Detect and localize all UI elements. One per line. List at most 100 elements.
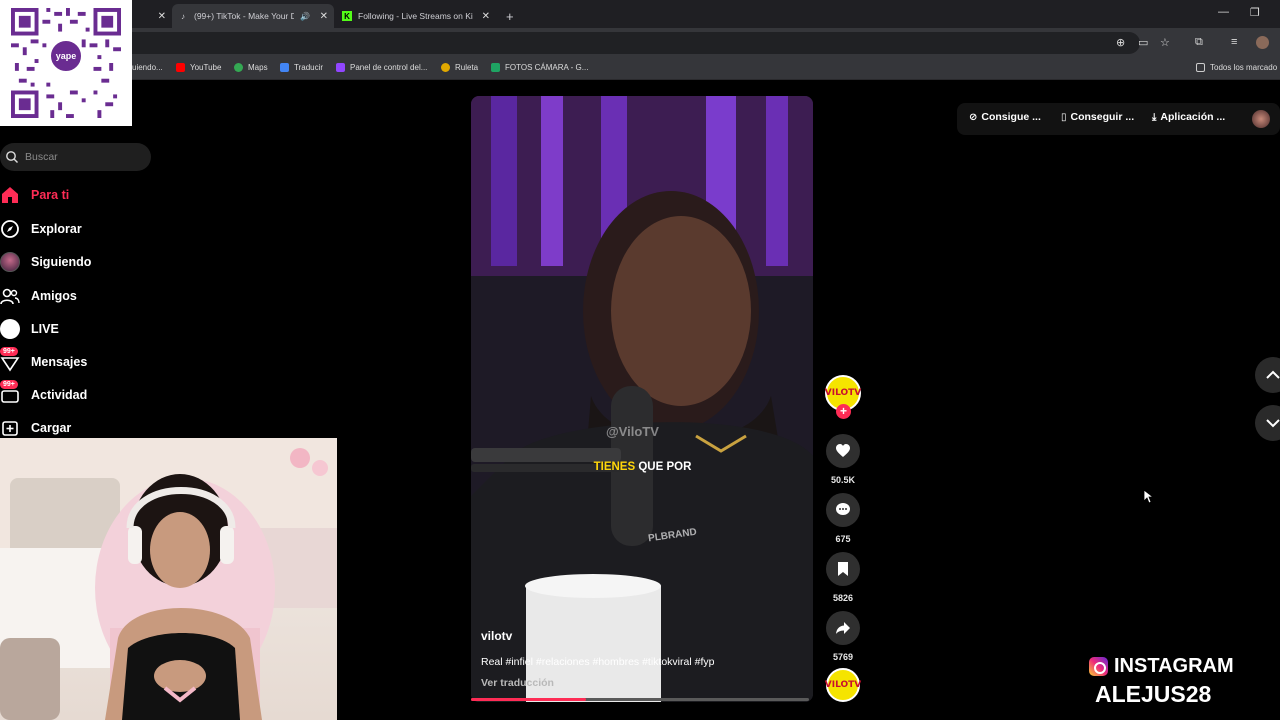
compass-icon [1, 220, 19, 238]
chevron-up-icon [1266, 370, 1280, 379]
browser-tab-strip: ✕ ♪ (99+) TikTok - Make Your Day 🔊 ✕ K F… [0, 0, 1280, 28]
sidebar-item-siguiendo[interactable]: Siguiendo [0, 249, 170, 275]
tiktok-icon: ♪ [181, 11, 185, 21]
instagram-label: INSTAGRAM [1114, 655, 1234, 677]
follow-button[interactable]: + [836, 404, 851, 419]
tab-kick[interactable]: K Following - Live Streams on Kick ✕ [336, 4, 496, 28]
notification-badge: 99+ [0, 380, 18, 389]
home-icon [2, 187, 18, 203]
download-app-button[interactable]: ⤓ Aplicación ... [1152, 111, 1225, 123]
sidebar-item-explorar[interactable]: Explorar [0, 216, 170, 242]
chevron-down-icon [1266, 419, 1280, 428]
webcam-scene [0, 438, 337, 720]
close-tab-icon[interactable]: ✕ [482, 11, 490, 22]
video-frame [471, 96, 813, 702]
comment-count: 675 [835, 534, 851, 544]
bookmark-maps[interactable]: Maps [234, 63, 268, 72]
like-button[interactable] [826, 434, 860, 468]
address-bar[interactable] [110, 32, 1140, 54]
download-icon: ⤓ [1152, 111, 1157, 123]
like-count: 50.5K [830, 475, 856, 485]
search-input[interactable]: Buscar [0, 143, 151, 171]
sidebar-item-label: Amigos [31, 289, 77, 303]
sidebar-item-live[interactable]: LIVE [0, 316, 170, 342]
phone-icon: ▯ [1061, 111, 1067, 123]
sidebar-item-para-ti[interactable]: Para ti [0, 182, 170, 208]
sidebar-item-label: Explorar [31, 222, 82, 236]
bookmark-icon [838, 562, 848, 576]
media-icon[interactable]: ≡ [1231, 36, 1237, 48]
bookmark-item[interactable]: uiendo... [132, 63, 163, 72]
search-placeholder: Buscar [25, 151, 58, 163]
close-tab-icon[interactable]: ✕ [320, 11, 328, 22]
youtube-icon [176, 63, 185, 72]
share-button[interactable] [826, 611, 860, 645]
tab-partial[interactable]: ✕ [134, 4, 172, 28]
zoom-icon[interactable]: ⊕ [1116, 36, 1125, 49]
bookmark-fotos[interactable]: FOTOS CÁMARA - G... [491, 63, 588, 72]
sidebar-item-label: Actividad [31, 388, 88, 402]
drive-icon [491, 63, 500, 72]
browser-toolbar: ⊕ ▭ ☆ ⧉ ≡ [0, 28, 1280, 58]
audio-icon[interactable]: 🔊 [300, 12, 310, 21]
maps-icon [234, 63, 243, 72]
new-tab-button[interactable]: + [500, 4, 520, 28]
folder-icon [1196, 63, 1205, 72]
share-count: 5769 [832, 652, 854, 662]
bookmark-translate[interactable]: Traducir [280, 63, 323, 72]
yape-qr-code: yape [0, 0, 132, 126]
twitch-icon [336, 63, 345, 72]
sidebar-item-mensajes[interactable]: 99+ Mensajes [0, 347, 170, 375]
sidebar-item-label: LIVE [31, 322, 59, 336]
wheel-icon [441, 63, 450, 72]
sidebar-item-amigos[interactable]: Amigos [0, 283, 170, 309]
instagram-icon [1088, 656, 1109, 677]
following-avatar [0, 252, 20, 272]
live-icon [0, 319, 20, 339]
all-bookmarks[interactable]: Todos los marcado [1196, 63, 1277, 72]
bookmark-panel[interactable]: Panel de control del... [336, 63, 427, 72]
next-video-button[interactable] [1255, 405, 1280, 441]
search-icon [6, 151, 18, 163]
tab-tiktok[interactable]: ♪ (99+) TikTok - Make Your Day 🔊 ✕ [172, 4, 334, 28]
see-translation-link[interactable]: Ver traducción [481, 677, 554, 689]
video-author[interactable]: vilotv [481, 629, 512, 643]
extensions-icon[interactable]: ⧉ [1195, 36, 1203, 49]
comment-icon [836, 503, 850, 515]
instagram-overlay: INSTAGRAM [1088, 655, 1234, 678]
get-app-button[interactable]: ▯ Conseguir ... [1061, 111, 1134, 123]
video-progress-bar[interactable] [471, 698, 809, 701]
restore-icon[interactable]: ❐ [1250, 6, 1260, 19]
user-avatar[interactable] [1252, 110, 1270, 128]
get-coins-button[interactable]: ⊘ Consigue ... [969, 111, 1041, 123]
kick-icon: K [342, 11, 352, 21]
video-subtitle: TIENES QUE POR [593, 461, 692, 473]
friends-icon [0, 288, 20, 305]
mouse-cursor-icon [1143, 489, 1154, 504]
sound-disc[interactable]: VILOTV [825, 668, 861, 702]
minimize-icon[interactable]: — [1218, 6, 1229, 18]
cast-icon[interactable]: ▭ [1138, 36, 1148, 49]
profile-avatar[interactable] [1256, 36, 1269, 49]
save-button[interactable] [826, 552, 860, 586]
sidebar-item-label: Siguiendo [31, 255, 92, 269]
previous-video-button[interactable] [1255, 357, 1280, 393]
sidebar-item-label: Cargar [31, 421, 72, 435]
bookmark-youtube[interactable]: YouTube [176, 63, 221, 72]
upload-icon [2, 421, 18, 436]
bookmarks-bar: uiendo... YouTube Maps Traducir Panel de… [0, 58, 1280, 80]
sidebar-item-label: Para ti [31, 188, 70, 202]
video-caption[interactable]: Real #infiel #relaciones #hombres #tikto… [481, 656, 714, 668]
video-player[interactable] [471, 96, 813, 702]
sidebar-item-actividad[interactable]: 99+ Actividad [0, 380, 170, 408]
heart-icon [836, 444, 850, 457]
bookmark-star-icon[interactable]: ☆ [1160, 36, 1170, 49]
bookmark-ruleta[interactable]: Ruleta [441, 63, 478, 72]
sidebar-item-label: Mensajes [31, 355, 88, 369]
close-tab-icon[interactable]: ✕ [158, 11, 166, 22]
comment-button[interactable] [826, 493, 860, 527]
translate-icon [280, 63, 289, 72]
yape-logo: yape [48, 38, 84, 74]
share-icon [836, 622, 850, 634]
tab-label: (99+) TikTok - Make Your Day [194, 11, 294, 21]
